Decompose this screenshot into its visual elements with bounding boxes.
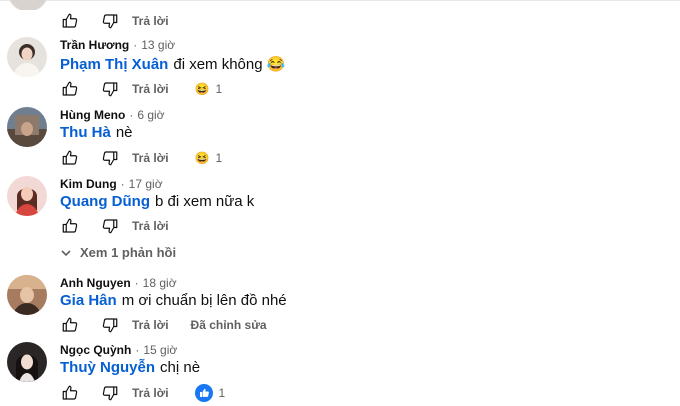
reaction-summary[interactable]: 😆 1 [195, 82, 223, 96]
avatar-image [7, 275, 47, 315]
comment-text: Gia Hân m ơi chuẩn bị lên đồ nhé [60, 292, 287, 309]
comment-text: Thuỳ Nguyễn chị nè [60, 359, 200, 376]
comment-actions: Trả lời 😆 1 [60, 147, 222, 169]
thumb-up-icon [62, 317, 78, 332]
thumb-up-icon [62, 150, 78, 165]
separator-dot: · [120, 177, 125, 191]
like-button[interactable] [60, 383, 80, 403]
view-replies-label: Xem 1 phản hồi [80, 245, 177, 260]
avatar[interactable] [7, 342, 47, 382]
reply-button[interactable]: Trả lời [132, 14, 169, 28]
thumb-down-icon [102, 219, 118, 234]
comment-time[interactable]: 15 giờ [143, 343, 177, 357]
comment-time[interactable]: 6 giờ [137, 108, 164, 122]
reaction-count: 1 [215, 82, 223, 96]
avatar-image [7, 176, 47, 216]
mention-link[interactable]: Quang Dũng [60, 193, 150, 210]
dislike-button[interactable] [100, 383, 120, 403]
thumb-up-icon [62, 81, 78, 96]
reaction-summary[interactable]: 1 [194, 384, 226, 402]
comment-body: chị nè [160, 359, 201, 376]
dislike-button[interactable] [100, 315, 120, 335]
comment-meta: Hùng Meno · 6 giờ [60, 108, 165, 122]
mention-link[interactable]: Thuỳ Nguyễn [60, 359, 155, 376]
like-button[interactable] [60, 79, 80, 99]
comment-time[interactable]: 13 giờ [141, 38, 175, 52]
thumb-up-icon [62, 218, 78, 233]
reply-button[interactable]: Trả lời [132, 82, 169, 96]
avatar[interactable] [7, 176, 47, 216]
thumb-down-icon [102, 318, 118, 333]
previous-comment-actions: Trả lời [60, 10, 169, 32]
like-button[interactable] [60, 315, 80, 335]
avatar[interactable] [7, 107, 47, 147]
reaction-summary[interactable]: 😆 1 [195, 151, 223, 165]
comment-author[interactable]: Anh Nguyen [60, 276, 131, 290]
separator-dot: · [135, 343, 140, 357]
like-button[interactable] [60, 11, 80, 31]
comment-meta: Kim Dung · 17 giờ [60, 177, 163, 191]
comment-author[interactable]: Ngọc Quỳnh [60, 343, 131, 357]
like-reaction-icon [194, 384, 213, 402]
comment-actions: Trả lời 1 [60, 382, 225, 404]
separator-dot: · [133, 38, 138, 52]
comment-meta: Anh Nguyen · 18 giờ [60, 276, 177, 290]
mention-link[interactable]: Gia Hân [60, 292, 117, 309]
reaction-count: 1 [215, 151, 223, 165]
reply-button[interactable]: Trả lời [132, 386, 169, 400]
mention-link[interactable]: Thu Hà [60, 124, 111, 141]
comment-body: m ơi chuẩn bị lên đồ nhé [121, 292, 287, 309]
thumb-down-icon [102, 151, 118, 166]
reply-button[interactable]: Trả lời [132, 318, 169, 332]
avatar-image [7, 107, 47, 147]
thumb-up-icon [62, 13, 78, 28]
like-button[interactable] [60, 148, 80, 168]
comment-body: đi xem không [173, 56, 263, 73]
haha-reaction-icon: 😆 [194, 151, 210, 165]
reply-button[interactable]: Trả lời [132, 219, 169, 233]
comment-meta: Trần Hương · 13 giờ [60, 38, 175, 52]
dislike-button[interactable] [100, 79, 120, 99]
separator-dot: · [129, 108, 134, 122]
comment-meta: Ngọc Quỳnh · 15 giờ [60, 343, 177, 357]
dislike-button[interactable] [100, 11, 120, 31]
previous-comment-cutoff [0, 0, 680, 10]
mention-link[interactable]: Phạm Thị Xuân [60, 56, 168, 73]
dislike-button[interactable] [100, 148, 120, 168]
comment-author[interactable]: Kim Dung [60, 177, 117, 191]
comment-text: Thu Hà nè [60, 124, 133, 141]
thumb-down-icon [102, 386, 118, 401]
comment-body: b đi xem nữa k [155, 193, 255, 210]
like-button[interactable] [60, 216, 80, 236]
chevron-down-icon [61, 249, 71, 256]
comment-actions: Trả lời [60, 215, 169, 237]
haha-reaction-icon: 😆 [194, 82, 210, 96]
thumb-down-icon [102, 14, 118, 29]
reaction-count: 1 [218, 386, 226, 400]
comment-text: Phạm Thị Xuân đi xem không 😂 [60, 55, 285, 73]
edited-label: Đã chỉnh sửa [190, 318, 267, 332]
previous-avatar [7, 0, 49, 10]
avatar-image [7, 37, 47, 77]
avatar[interactable] [7, 275, 47, 315]
avatar[interactable] [7, 37, 47, 77]
view-replies-button[interactable]: Xem 1 phản hồi [60, 245, 176, 260]
thumb-down-icon [102, 82, 118, 97]
laughing-emoji: 😂 [266, 56, 286, 73]
comment-actions: Trả lời 😆 1 [60, 78, 222, 100]
comment-text: Quang Dũng b đi xem nữa k [60, 193, 254, 210]
dislike-button[interactable] [100, 216, 120, 236]
comment-body: nè [115, 124, 133, 141]
reply-button[interactable]: Trả lời [132, 151, 169, 165]
thumb-up-icon [62, 385, 78, 400]
comment-time[interactable]: 18 giờ [143, 276, 177, 290]
comment-actions: Trả lời Đã chỉnh sửa [60, 314, 267, 336]
comment-author[interactable]: Hùng Meno [60, 108, 125, 122]
comment-author[interactable]: Trần Hương [60, 38, 129, 52]
avatar-image [7, 342, 47, 382]
separator-dot: · [134, 276, 139, 290]
comment-time[interactable]: 17 giờ [129, 177, 163, 191]
